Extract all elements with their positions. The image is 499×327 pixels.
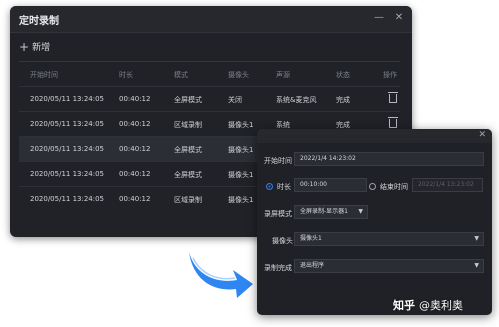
plus-icon: +: [19, 40, 30, 54]
cell-camera: 摄像头1: [228, 171, 254, 179]
duration-value: 00:10:00: [300, 181, 327, 188]
cell-start: 2020/05/11 13:24:05: [30, 145, 105, 153]
curved-arrow-icon: [189, 252, 253, 298]
on-complete-value: 退出程序: [300, 262, 325, 269]
record-mode-value: 全屏录制-显示器1: [300, 208, 348, 215]
start-time-label: 开始时间: [264, 157, 292, 165]
cell-camera: 关闭: [228, 96, 242, 104]
cell-status: 完成: [336, 96, 350, 104]
trash-icon[interactable]: [388, 92, 398, 103]
cell-duration: 00:40:12: [119, 120, 151, 128]
add-new-button[interactable]: + 新增: [19, 40, 50, 54]
camera-select[interactable]: 摄像头1 ▼: [294, 232, 484, 246]
cell-camera: 摄像头1: [228, 146, 254, 154]
dialog-title-bar: ✕: [257, 129, 492, 143]
cell-duration: 00:40:12: [119, 95, 151, 103]
cell-mode: 全屏模式: [174, 171, 202, 179]
cell-audio: 系统&麦克风: [276, 96, 317, 104]
cell-duration: 00:40:12: [119, 195, 151, 203]
dialog-close-button[interactable]: ✕: [478, 130, 486, 140]
cell-mode: 区域录制: [174, 196, 202, 204]
chevron-down-icon: ▼: [358, 208, 363, 215]
start-time-field[interactable]: 2022/1/4 14:23:02: [294, 152, 484, 166]
table-header: 开始时间 时长 模式 摄像头 声源 状态 操作: [19, 62, 400, 86]
on-complete-label: 录制完成: [264, 264, 292, 272]
title-bar: 定时录制 — ✕: [10, 6, 412, 33]
camera-label: 摄像头: [272, 237, 293, 245]
zhihu-logo: 知乎: [393, 299, 415, 312]
record-mode-label: 录屏模式: [264, 210, 292, 218]
cell-start: 2020/05/11 13:24:05: [30, 195, 105, 203]
cell-start: 2020/05/11 13:24:05: [30, 170, 105, 178]
cell-duration: 00:40:12: [119, 170, 151, 178]
header-camera: 摄像头: [228, 71, 249, 79]
header-status: 状态: [336, 71, 350, 79]
cell-start: 2020/05/11 13:24:05: [30, 120, 105, 128]
add-new-label: 新增: [32, 43, 51, 53]
trash-icon[interactable]: [388, 117, 398, 128]
cell-mode: 区域录制: [174, 121, 202, 129]
chevron-down-icon: ▼: [474, 262, 479, 269]
zhihu-watermark: 知乎 @奥利奥: [393, 297, 463, 313]
watermark-handle: @奥利奥: [419, 299, 463, 312]
duration-field[interactable]: 00:10:00: [294, 178, 367, 192]
end-time-label: 结束时间: [380, 183, 408, 191]
window-title: 定时录制: [19, 16, 59, 27]
close-button[interactable]: ✕: [392, 11, 406, 25]
cell-duration: 00:40:12: [119, 145, 151, 153]
duration-radio[interactable]: [266, 183, 273, 190]
cell-start: 2020/05/11 13:24:05: [30, 95, 105, 103]
minimize-button[interactable]: —: [372, 11, 386, 25]
cell-mode: 全屏模式: [174, 146, 202, 154]
header-actions: 操作: [383, 71, 397, 79]
on-complete-select[interactable]: 退出程序 ▼: [294, 259, 484, 273]
header-audio: 声源: [276, 71, 290, 79]
header-duration: 时长: [119, 71, 133, 79]
end-time-radio[interactable]: [369, 183, 376, 190]
cell-mode: 全屏模式: [174, 96, 202, 104]
header-start-time: 开始时间: [30, 71, 58, 79]
camera-value: 摄像头1: [300, 235, 322, 242]
duration-label: 时长: [277, 183, 291, 191]
cell-camera: 摄像头1: [228, 121, 254, 129]
end-time-value: 2022/1/4 13:23:02: [418, 181, 474, 188]
header-mode: 模式: [174, 71, 188, 79]
cell-camera: 摄像头1: [228, 196, 254, 204]
chevron-down-icon: ▼: [474, 235, 479, 242]
end-time-field[interactable]: 2022/1/4 13:23:02: [412, 178, 483, 192]
record-mode-select[interactable]: 全屏录制-显示器1 ▼: [294, 205, 368, 219]
table-row[interactable]: 2020/05/11 13:24:05 00:40:12 全屏模式 关闭 系统&…: [19, 86, 400, 111]
new-schedule-dialog: ✕ 开始时间 2022/1/4 14:23:02 时长 00:10:00 结束时…: [257, 129, 492, 315]
start-time-value: 2022/1/4 14:23:02: [300, 155, 356, 162]
